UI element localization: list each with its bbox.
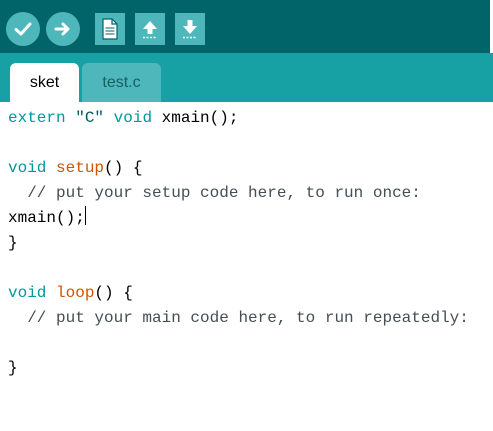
tab-label: test.c — [102, 73, 141, 91]
tab-bar: sket test.c — [0, 53, 493, 102]
code-text: () { — [104, 159, 143, 177]
tab-sket[interactable]: sket — [10, 63, 79, 102]
code-line: } — [8, 356, 18, 381]
tab-test-c[interactable]: test.c — [82, 63, 161, 102]
code-text: } — [8, 359, 18, 377]
new-sketch-button[interactable] — [95, 13, 125, 45]
code-line: void loop() { — [8, 281, 133, 306]
upload-button[interactable] — [46, 12, 80, 46]
keyword: void — [113, 109, 153, 127]
new-file-icon — [102, 18, 118, 40]
checkmark-icon — [14, 22, 32, 36]
toolbar — [0, 0, 493, 53]
keyword: void — [8, 159, 47, 177]
tab-label: sket — [29, 73, 60, 91]
save-button[interactable] — [175, 13, 205, 45]
code-editor[interactable]: extern "C" void xmain(); void setup() { … — [0, 102, 493, 431]
code-line: xmain(); — [8, 206, 86, 231]
function-name: loop — [56, 284, 95, 302]
comment: // put your main code here, to run repea… — [8, 309, 469, 327]
comment: // put your setup code here, to run once… — [8, 184, 421, 202]
code-line: void setup() { — [8, 156, 142, 181]
keyword: extern — [8, 109, 66, 127]
keyword: void — [8, 284, 47, 302]
arrow-down-icon — [183, 20, 197, 39]
arrow-up-icon — [143, 21, 157, 39]
verify-button[interactable] — [6, 12, 40, 46]
function-name: setup — [56, 159, 105, 177]
code-text: () { — [94, 284, 133, 302]
code-line: } — [8, 231, 18, 256]
string-literal: "C" — [75, 109, 105, 127]
text-cursor — [84, 206, 86, 225]
arrow-right-icon — [54, 22, 70, 36]
code-text: } — [8, 234, 18, 252]
code-text: xmain(); — [152, 109, 239, 127]
open-button[interactable] — [135, 13, 165, 45]
code-line: // put your setup code here, to run once… — [8, 181, 421, 206]
code-line: // put your main code here, to run repea… — [8, 306, 469, 331]
code-text: xmain(); — [8, 209, 85, 227]
code-line: extern "C" void xmain(); — [8, 106, 238, 131]
